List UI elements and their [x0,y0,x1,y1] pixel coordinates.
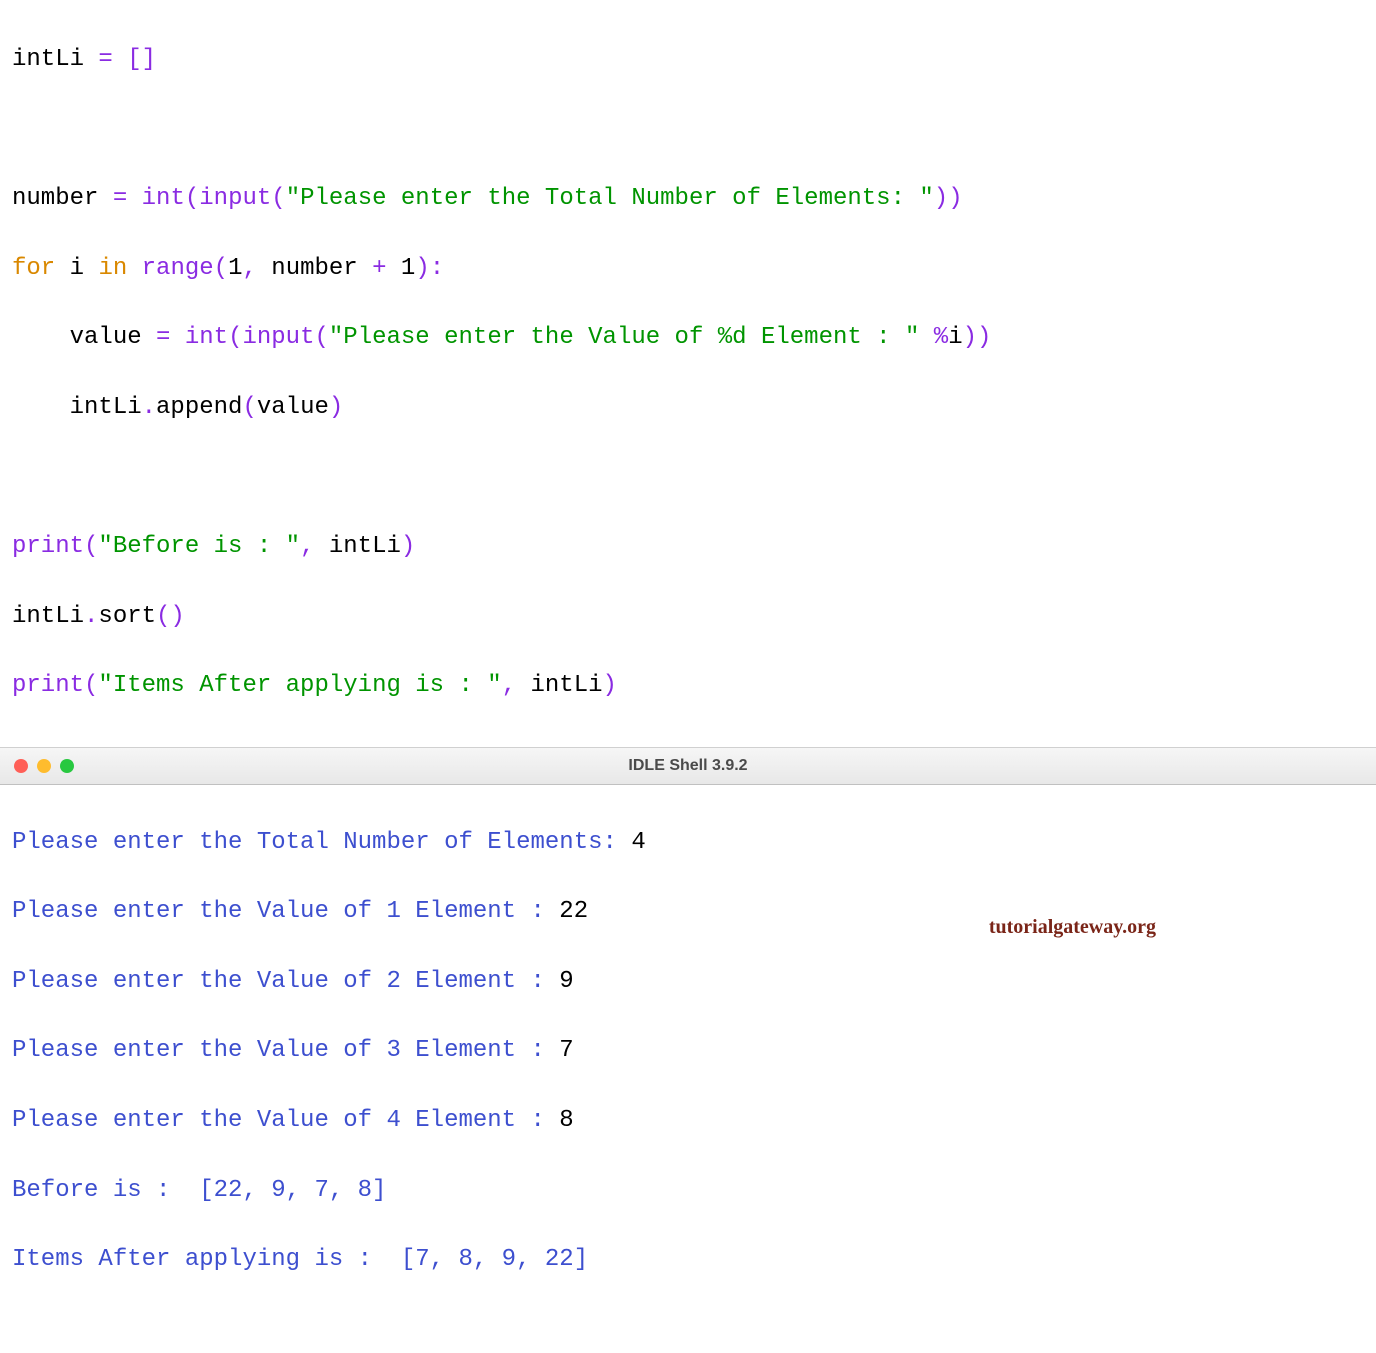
shell-line-5: Please enter the Value of 4 Element : 8 [12,1104,1364,1139]
code-line-6: intLi.append(value) [12,391,1364,426]
window-titlebar: IDLE Shell 3.9.2 [0,747,1376,785]
close-icon[interactable] [14,759,28,773]
shell-line-2: Please enter the Value of 1 Element : 22 [12,895,1364,930]
code-line-3: number = int(input("Please enter the Tot… [12,182,1364,217]
shell-line-1: Please enter the Total Number of Element… [12,826,1364,861]
code-line-8: print("Before is : ", intLi) [12,530,1364,565]
window-title: IDLE Shell 3.9.2 [628,757,747,775]
traffic-light-group [0,759,74,773]
code-line-7 [12,460,1364,495]
minimize-icon[interactable] [37,759,51,773]
zoom-icon[interactable] [60,759,74,773]
code-line-4: for i in range(1, number + 1): [12,252,1364,287]
shell-line-7: Items After applying is : [7, 8, 9, 22] [12,1243,1364,1278]
shell-output: Please enter the Total Number of Element… [0,785,1376,1353]
shell-line-6: Before is : [22, 9, 7, 8] [12,1174,1364,1209]
shell-line-3: Please enter the Value of 2 Element : 9 [12,965,1364,1000]
code-line-5: value = int(input("Please enter the Valu… [12,321,1364,356]
watermark-text: tutorialgateway.org [989,913,1156,942]
code-line-1: intLi = [] [12,43,1364,78]
code-line-2 [12,112,1364,147]
code-line-10: print("Items After applying is : ", intL… [12,669,1364,704]
shell-line-4: Please enter the Value of 3 Element : 7 [12,1034,1364,1069]
code-editor: intLi = [] number = int(input("Please en… [0,0,1376,747]
code-line-9: intLi.sort() [12,600,1364,635]
